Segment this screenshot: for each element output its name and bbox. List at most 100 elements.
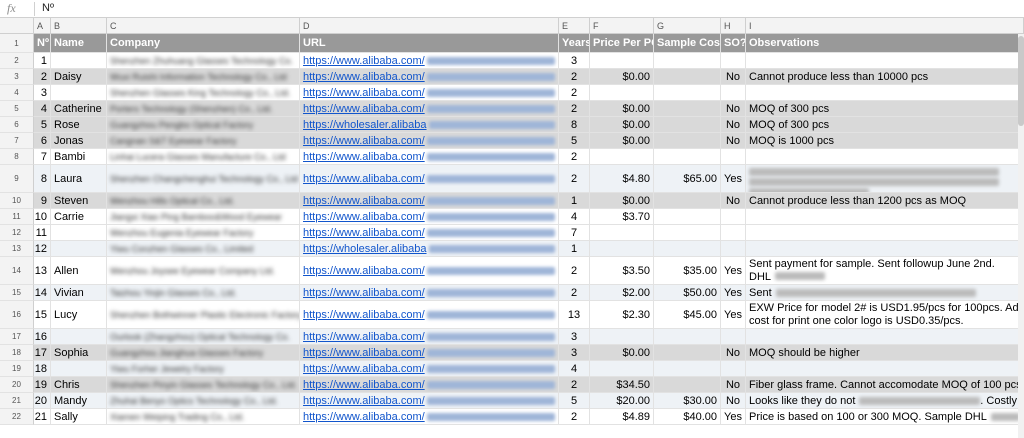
column-header-H[interactable]: H [721,18,746,34]
cell-so[interactable]: No [721,393,746,409]
cell-name[interactable]: Sophia [51,345,107,361]
header-cell-col-f[interactable]: Price Per PC [590,34,654,53]
cell-price[interactable] [590,225,654,241]
cell-number[interactable]: 16 [34,329,51,345]
cell-sample-cost[interactable] [654,209,721,225]
cell-observations[interactable]: MOQ of 300 pcs [746,117,1024,133]
cell-price[interactable] [590,329,654,345]
cell-so[interactable]: No [721,117,746,133]
row-number[interactable]: 21 [0,393,34,409]
cell-name[interactable]: Lucy [51,301,107,329]
cell-price[interactable]: $0.00 [590,193,654,209]
cell-observations[interactable]: MOQ is 1000 pcs [746,133,1024,149]
header-cell-col-e[interactable]: Years [559,34,590,53]
header-cell-col-h[interactable]: SO? [721,34,746,53]
row-number[interactable]: 13 [0,241,34,257]
table-row[interactable]: 18 17 Sophia Guangzhou Jianghua Glasses Fac… [0,345,1024,361]
cell-so[interactable]: Yes [721,409,746,425]
url-link[interactable]: https://www.alibaba.com/ [303,55,425,67]
cell-number[interactable]: 20 [34,393,51,409]
cell-company[interactable]: Shenzhen Glasses King Technology Co., Lt… [107,85,300,101]
cell-years[interactable]: 8 [559,117,590,133]
cell-company[interactable]: Taizhou Yinjin Glasses Co., Ltd. [107,285,300,301]
cell-name[interactable]: Laura [51,165,107,193]
cell-name[interactable] [51,329,107,345]
cell-observations[interactable] [746,241,1024,257]
cell-name[interactable]: Vivian [51,285,107,301]
column-header-F[interactable]: F [590,18,654,34]
cell-number[interactable]: 13 [34,257,51,285]
table-row[interactable]: 6 5 Rose Guangzhou Pengbo Optical Factory ht… [0,117,1024,133]
cell-observations[interactable]: Cannot produce less than 10000 pcs [746,69,1024,85]
cell-sample-cost[interactable] [654,345,721,361]
cell-number[interactable]: 3 [34,85,51,101]
url-link[interactable]: https://www.alibaba.com/ [303,331,425,343]
cell-company[interactable]: Wenzhou Hills Optical Co., Ltd. [107,193,300,209]
table-row[interactable]: 5 4 Catherine Porters Technology (Shenzhen)… [0,101,1024,117]
cell-company[interactable]: Wenzhou Joysee Eyewear Company Ltd. [107,257,300,285]
cell-sample-cost[interactable] [654,69,721,85]
cell-number[interactable]: 18 [34,361,51,377]
cell-observations[interactable]: MOQ of 300 pcs [746,101,1024,117]
cell-sample-cost[interactable] [654,149,721,165]
cell-so[interactable] [721,241,746,257]
cell-years[interactable]: 13 [559,301,590,329]
spreadsheet-grid[interactable]: ABCDEFGHI 1 Nº Name Company URL Years Price Pe… [0,18,1024,438]
cell-company[interactable]: Yiwu Forher Jewelry Factory [107,361,300,377]
cell-number[interactable]: 4 [34,101,51,117]
column-header-A[interactable]: A [34,18,51,34]
cell-company[interactable]: Linhai Lucera Glasses Manufacture Co., L… [107,149,300,165]
cell-url[interactable]: https://www.alibaba.com/ [300,85,559,101]
cell-observations[interactable] [746,165,1024,193]
cell-number[interactable]: 17 [34,345,51,361]
cell-price[interactable]: $20.00 [590,393,654,409]
cell-company[interactable]: Xiamen Weiping Trading Co., Ltd. [107,409,300,425]
header-cell-col-d[interactable]: URL [300,34,559,53]
cell-so[interactable]: No [721,101,746,117]
cell-price[interactable] [590,241,654,257]
cell-number[interactable]: 11 [34,225,51,241]
cell-number[interactable]: 14 [34,285,51,301]
url-link[interactable]: https://www.alibaba.com/ [303,227,425,239]
cell-sample-cost[interactable] [654,329,721,345]
cell-price[interactable]: $34.50 [590,377,654,393]
url-link[interactable]: https://www.alibaba.com/ [303,135,425,147]
cell-observations[interactable] [746,361,1024,377]
cell-so[interactable]: Yes [721,257,746,285]
cell-years[interactable]: 3 [559,345,590,361]
table-row[interactable]: 13 12 Yiwu Conzhen Glasses Co., Limited htt… [0,241,1024,257]
row-number[interactable]: 15 [0,285,34,301]
cell-price[interactable]: $4.80 [590,165,654,193]
cell-sample-cost[interactable] [654,53,721,69]
url-link[interactable]: https://www.alibaba.com/ [303,87,425,99]
cell-years[interactable]: 5 [559,133,590,149]
cell-company[interactable]: Shenzhen Pinyin Glasses Technology Co., … [107,377,300,393]
cell-name[interactable]: Carrie [51,209,107,225]
cell-years[interactable]: 5 [559,393,590,409]
cell-years[interactable]: 2 [559,101,590,117]
cell-observations[interactable]: MOQ should be higher [746,345,1024,361]
row-number[interactable]: 6 [0,117,34,133]
table-row[interactable]: 4 3 Shenzhen Glasses King Technology Co., … [0,85,1024,101]
cell-so[interactable]: Yes [721,165,746,193]
cell-sample-cost[interactable] [654,85,721,101]
cell-sample-cost[interactable]: $35.00 [654,257,721,285]
cell-name[interactable]: Bambi [51,149,107,165]
cell-company[interactable]: Ourlook (Zhangzhou) Optical Technology C… [107,329,300,345]
row-number[interactable]: 12 [0,225,34,241]
cell-observations[interactable] [746,149,1024,165]
row-number[interactable]: 9 [0,165,34,193]
cell-years[interactable]: 2 [559,149,590,165]
cell-so[interactable]: No [721,345,746,361]
row-number[interactable]: 5 [0,101,34,117]
header-cell-col-c[interactable]: Company [107,34,300,53]
cell-name[interactable]: Sally [51,409,107,425]
cell-name[interactable]: Rose [51,117,107,133]
row-number[interactable]: 20 [0,377,34,393]
cell-url[interactable]: https://www.alibaba.com/ [300,301,559,329]
table-row[interactable]: 7 6 Jonas Cangnan S&T Eyewear Factory https:… [0,133,1024,149]
cell-name[interactable] [51,85,107,101]
url-link[interactable]: https://www.alibaba.com/ [303,379,425,391]
cell-price[interactable]: $3.70 [590,209,654,225]
cell-url[interactable]: https://www.alibaba.com/ [300,377,559,393]
